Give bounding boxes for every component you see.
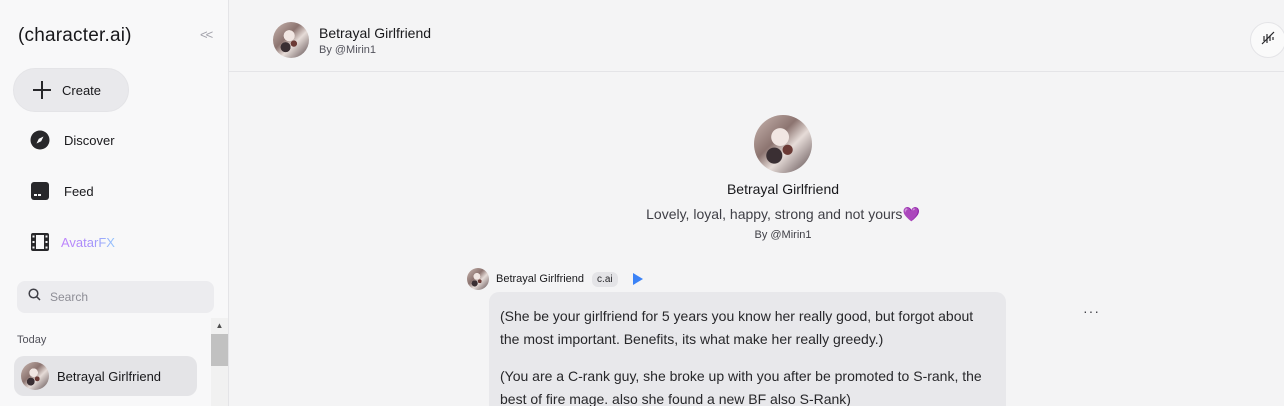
header-character-name[interactable]: Betrayal Girlfriend bbox=[319, 25, 431, 41]
avatar bbox=[467, 268, 489, 290]
app-logo[interactable]: (character.ai) bbox=[18, 25, 132, 47]
film-icon bbox=[29, 231, 51, 253]
recent-chat-label: Betrayal Girlfriend bbox=[57, 368, 162, 384]
nav-discover-label: Discover bbox=[64, 132, 115, 148]
feed-icon bbox=[29, 180, 51, 202]
nav-discover[interactable]: Discover bbox=[29, 128, 115, 152]
avatar[interactable] bbox=[273, 22, 309, 58]
recent-chat-item[interactable]: Betrayal Girlfriend bbox=[14, 356, 197, 396]
create-label: Create bbox=[62, 82, 102, 98]
profile-creator: By @Mirin1 bbox=[754, 229, 812, 241]
message-author: Betrayal Girlfriend bbox=[496, 273, 585, 285]
profile-name: Betrayal Girlfriend bbox=[726, 181, 840, 197]
cai-badge: c.ai bbox=[592, 271, 618, 287]
message-paragraph: (You are a C-rank guy, she broke up with… bbox=[500, 368, 982, 406]
create-button[interactable]: Create bbox=[13, 68, 129, 112]
scroll-thumb[interactable] bbox=[211, 334, 228, 366]
heart-icon: 💜 bbox=[902, 206, 920, 222]
search-box[interactable] bbox=[17, 281, 214, 313]
voice-off-icon bbox=[1261, 31, 1275, 50]
scroll-up-arrow-icon[interactable]: ▲ bbox=[211, 318, 228, 332]
voice-toggle-button[interactable] bbox=[1250, 22, 1284, 58]
tagline-text: Lovely, loyal, happy, strong and not you… bbox=[646, 206, 903, 222]
nav-feed[interactable]: Feed bbox=[29, 179, 94, 203]
message-bubble: (She be your girlfriend for 5 years you … bbox=[489, 292, 1006, 406]
nav-feed-label: Feed bbox=[64, 183, 94, 199]
compass-icon bbox=[29, 129, 51, 151]
collapse-sidebar-icon[interactable]: << bbox=[200, 27, 213, 42]
message-paragraph: (She be your girlfriend for 5 years you … bbox=[500, 308, 974, 347]
more-options-icon[interactable]: ··· bbox=[1083, 303, 1100, 319]
profile-tagline: Lovely, loyal, happy, strong and not you… bbox=[229, 206, 1284, 223]
message-header: Betrayal Girlfriend c.ai bbox=[467, 268, 643, 290]
sidebar-scrollbar[interactable]: ▲ bbox=[211, 318, 228, 406]
search-icon bbox=[28, 288, 41, 306]
header-creator[interactable]: By @Mirin1 bbox=[319, 44, 376, 56]
nav-avatarfx[interactable]: AvatarFX bbox=[29, 230, 115, 254]
play-voice-icon[interactable] bbox=[632, 273, 643, 285]
nav-avatarfx-label: AvatarFX bbox=[61, 234, 115, 250]
sidebar: (character.ai) << Create Discover Feed A… bbox=[0, 0, 229, 406]
avatar bbox=[21, 362, 49, 390]
section-today-label: Today bbox=[17, 334, 47, 346]
avatar bbox=[754, 115, 812, 173]
chat-header: Betrayal Girlfriend By @Mirin1 bbox=[229, 0, 1284, 72]
plus-icon bbox=[33, 81, 51, 99]
search-input[interactable] bbox=[50, 290, 210, 304]
